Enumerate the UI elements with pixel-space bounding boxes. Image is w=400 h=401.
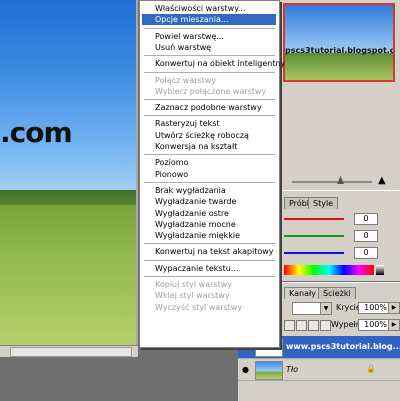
chevron-down-icon[interactable]: ▼ — [320, 302, 332, 315]
green-value-field[interactable]: 0 — [354, 230, 378, 242]
thumbnail-text: pscs3tutorial.blogspot.com — [285, 46, 395, 55]
menu-separator — [144, 181, 275, 183]
menu-separator — [144, 99, 275, 101]
thumbnail-field — [285, 53, 393, 80]
menu-item[interactable]: Wygładzanie twarde — [142, 196, 276, 207]
menu-item[interactable]: Usuń warstwę — [142, 42, 276, 53]
menu-item[interactable]: Wypaczanie tekstu... — [142, 263, 276, 274]
menu-item[interactable]: Wygładzanie miękkie — [142, 230, 276, 241]
tab-paths[interactable]: Ścieżki — [318, 287, 356, 299]
scrollbar-thumb[interactable] — [10, 347, 132, 357]
menu-item[interactable]: Pionowo — [142, 169, 276, 180]
workspace-background — [0, 357, 138, 400]
menu-separator — [144, 243, 275, 245]
menu-item[interactable]: Konwertuj na obiekt inteligentny — [142, 58, 285, 69]
lock-all-icon[interactable] — [320, 320, 331, 331]
color-row-b: 0 — [284, 247, 394, 259]
menu-item[interactable]: Wygładzanie ostre — [142, 208, 276, 219]
color-row-g: 0 — [284, 230, 394, 242]
menu-item: Połącz warstwy — [155, 75, 217, 85]
fill-arrow-icon[interactable]: ▶ — [388, 319, 400, 331]
navigator-thumbnail[interactable]: pscs3tutorial.blogspot.com — [283, 3, 395, 82]
menu-item[interactable]: Zaznacz podobne warstwy — [142, 102, 276, 113]
menu-separator — [144, 154, 275, 156]
menu-item[interactable]: Opcje mieszania... — [142, 14, 276, 26]
menu-item[interactable]: Brak wygładzania — [142, 185, 276, 196]
menu-item: Wyczyść styl warstwy — [155, 302, 243, 312]
menu-item[interactable]: Rasteryzuj tekst — [142, 118, 276, 129]
menu-item[interactable]: Powiel warstwę... — [142, 31, 276, 42]
background-layer-thumb — [255, 361, 283, 380]
menu-item: Wybierz połączone warstwy — [155, 86, 267, 96]
sky-area — [0, 0, 136, 200]
zoom-in-icon[interactable]: ▲ — [378, 175, 386, 186]
tab-styles[interactable]: Style — [308, 197, 339, 209]
opacity-arrow-icon[interactable]: ▶ — [388, 302, 400, 314]
color-spectrum[interactable] — [284, 265, 374, 275]
blue-slider[interactable] — [284, 252, 344, 254]
menu-separator — [144, 27, 275, 29]
menu-item: Wklej styl warstwy — [155, 291, 230, 301]
tab-channels[interactable]: Kanały — [284, 287, 321, 299]
color-row-r: 0 — [284, 213, 394, 225]
menu-item[interactable]: Konwertuj na tekst akapitowy — [142, 246, 276, 257]
lock-transparency-icon[interactable] — [284, 320, 295, 331]
menu-separator — [144, 115, 275, 117]
menu-item[interactable]: Konwersja na kształt — [142, 141, 276, 152]
document-canvas[interactable]: .com — [0, 0, 138, 348]
blue-value-field[interactable]: 0 — [354, 247, 378, 259]
layer-name: www.pscs3tutorial.blog... — [286, 342, 400, 351]
eye-icon[interactable]: ● — [240, 365, 251, 374]
menu-item[interactable]: Wygładzanie mocne — [142, 219, 276, 230]
lock-icon: 🔒 — [366, 364, 376, 373]
layer-name: Tło — [286, 365, 299, 374]
red-value-field[interactable]: 0 — [354, 213, 378, 225]
menu-item[interactable]: Utwórz ścieżkę roboczą — [142, 130, 276, 141]
layers-footer — [238, 380, 400, 401]
document-image[interactable]: .com — [0, 0, 136, 345]
green-slider[interactable] — [284, 235, 344, 237]
lock-pixels-icon[interactable] — [296, 320, 307, 331]
layer-row-background[interactable]: ● Tło 🔒 — [238, 358, 400, 381]
lock-position-icon[interactable] — [308, 320, 319, 331]
menu-separator — [144, 259, 275, 261]
fill-field[interactable]: 100% — [358, 319, 390, 331]
menu-item[interactable]: Poziomo — [142, 157, 276, 168]
menu-item[interactable]: Właściwości warstwy... — [142, 3, 276, 14]
menu-separator — [144, 71, 275, 73]
document-text-layer: .com — [0, 116, 73, 149]
menu-separator — [144, 276, 275, 277]
zoom-slider[interactable] — [292, 181, 372, 183]
grayscale-ramp[interactable] — [376, 265, 384, 275]
field-area — [0, 205, 136, 345]
red-slider[interactable] — [284, 218, 344, 220]
opacity-field[interactable]: 100% — [358, 302, 390, 314]
layer-context-menu: Właściwości warstwy... Opcje mieszania...… — [139, 0, 285, 348]
menu-separator — [144, 55, 275, 57]
menu-item: Kopiuj styl warstwy — [155, 280, 232, 289]
